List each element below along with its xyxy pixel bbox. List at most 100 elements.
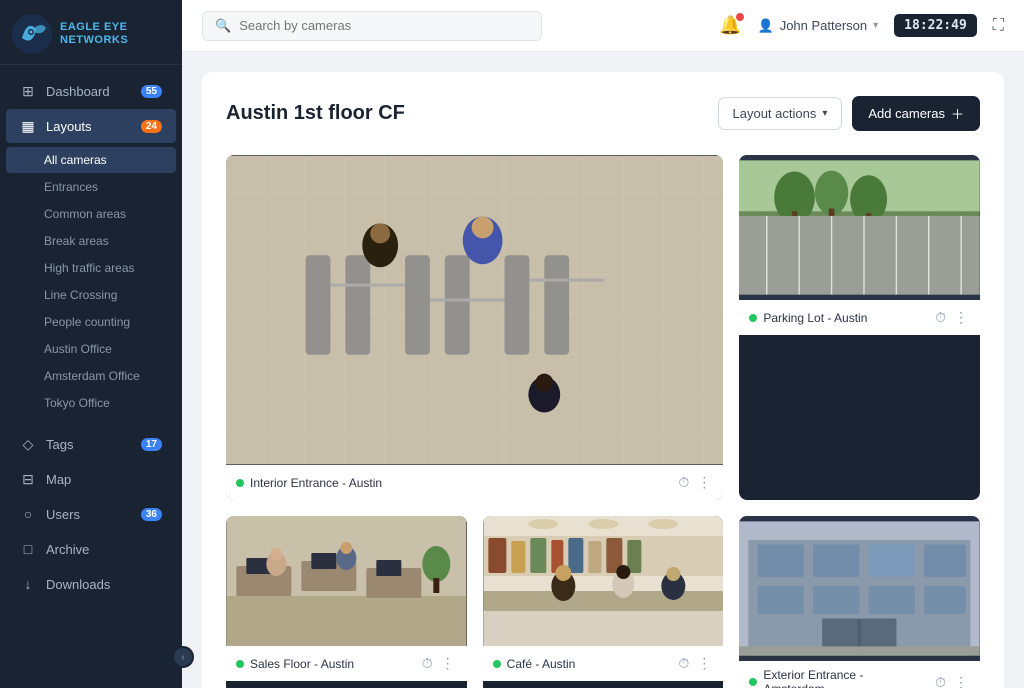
tags-badge: 17 (141, 438, 162, 451)
camera-label-bar: Parking Lot - Austin ⏱ ⋮ (739, 300, 980, 335)
search-box[interactable]: 🔍 (202, 11, 542, 41)
dashboard-badge: 55 (141, 85, 162, 98)
sidebar-item-label: Downloads (46, 577, 110, 592)
page-title: Austin 1st floor CF (226, 102, 405, 125)
camera-card-sales-floor[interactable]: Sales Floor - Austin ⏱ ⋮ (226, 516, 467, 688)
camera-feed-cafe-visual (483, 516, 724, 646)
camera-more-icon[interactable]: ⋮ (695, 472, 713, 493)
camera-label: Parking Lot - Austin (763, 311, 927, 325)
main-content: Austin 1st floor CF Layout actions ▾ Add… (182, 52, 1024, 688)
notification-dot (736, 13, 744, 21)
camera-actions: ⏱ ⋮ (933, 307, 970, 328)
subnav-people-counting[interactable]: People counting (6, 309, 176, 335)
sidebar-item-label: Map (46, 472, 71, 487)
sidebar: EAGLE EYE NETWORKS ⊞ Dashboard 55 ▦ Layo… (0, 0, 182, 688)
subnav-label: Line Crossing (44, 288, 117, 302)
camera-feed-sales-visual (226, 516, 467, 646)
subnav-break-areas[interactable]: Break areas (6, 228, 176, 254)
camera-feed-cafe (483, 516, 724, 646)
sidebar-collapse-button[interactable]: ‹ (172, 646, 194, 668)
subnav-label: Common areas (44, 207, 126, 221)
sidebar-item-dashboard[interactable]: ⊞ Dashboard 55 (6, 74, 176, 108)
subnav-tokyo-office[interactable]: Tokyo Office (6, 390, 176, 416)
sidebar-item-map[interactable]: ⊟ Map (6, 462, 176, 496)
logo-area: EAGLE EYE NETWORKS (0, 0, 182, 65)
camera-feed-exterior (739, 516, 980, 661)
camera-card-exterior-entrance[interactable]: Exterior Entrance - Amsterdam ⏱ ⋮ (739, 516, 980, 688)
time-display: 18:22:49 (894, 14, 977, 37)
status-dot-online (749, 678, 757, 686)
main-area: 🔍 🔔 👤 John Patterson ▾ 18:22:49 ⛶ Austin… (182, 0, 1024, 688)
users-icon: ○ (20, 506, 36, 522)
camera-info-icon[interactable]: ⏱ (933, 672, 948, 688)
camera-actions: ⏱ ⋮ (420, 653, 457, 674)
header-actions: Layout actions ▾ Add cameras ＋ (718, 96, 980, 131)
sidebar-item-users[interactable]: ○ Users 36 (6, 497, 176, 531)
subnav-label: Austin Office (44, 342, 112, 356)
camera-feed-sales-floor (226, 516, 467, 646)
topbar-right: 🔔 👤 John Patterson ▾ 18:22:49 ⛶ (719, 14, 1004, 37)
layout-actions-button[interactable]: Layout actions ▾ (718, 97, 843, 130)
sidebar-item-downloads[interactable]: ↓ Downloads (6, 567, 176, 601)
sidebar-item-archive[interactable]: □ Archive (6, 532, 176, 566)
sidebar-item-label: Archive (46, 542, 89, 557)
camera-feed-visual (226, 155, 723, 465)
status-dot-online (493, 660, 501, 668)
camera-label-bar: Interior Entrance - Austin ⏱ ⋮ (226, 465, 723, 500)
subnav-label: Entrances (44, 180, 98, 194)
camera-label: Café - Austin (507, 657, 671, 671)
camera-actions: ⏱ ⋮ (676, 653, 713, 674)
user-menu[interactable]: 👤 John Patterson ▾ (758, 18, 879, 34)
camera-label-bar: Café - Austin ⏱ ⋮ (483, 646, 724, 681)
camera-more-icon[interactable]: ⋮ (439, 653, 457, 674)
camera-info-icon[interactable]: ⏱ (933, 307, 948, 328)
subnav-label: Tokyo Office (44, 396, 110, 410)
add-cameras-button[interactable]: Add cameras ＋ (852, 96, 980, 131)
camera-card-interior-entrance[interactable]: Interior Entrance - Austin ⏱ ⋮ (226, 155, 723, 500)
camera-feed-interior-entrance (226, 155, 723, 465)
camera-feed-exterior-visual (739, 516, 980, 661)
search-icon: 🔍 (215, 18, 231, 34)
camera-card-parking-lot[interactable]: Parking Lot - Austin ⏱ ⋮ (739, 155, 980, 500)
user-icon: 👤 (758, 18, 774, 34)
camera-label-bar: Exterior Entrance - Amsterdam ⏱ ⋮ (739, 661, 980, 688)
sidebar-item-tags[interactable]: ◇ Tags 17 (6, 427, 176, 461)
subnav-label: High traffic areas (44, 261, 135, 275)
camera-more-icon[interactable]: ⋮ (952, 307, 970, 328)
camera-more-icon[interactable]: ⋮ (952, 672, 970, 688)
search-input[interactable] (239, 18, 529, 33)
layouts-subnav: All cameras Entrances Common areas Break… (0, 144, 182, 419)
sidebar-item-layouts[interactable]: ▦ Layouts 24 (6, 109, 176, 143)
fullscreen-button[interactable]: ⛶ (993, 17, 1004, 35)
sidebar-item-label: Layouts (46, 119, 92, 134)
sidebar-item-label: Tags (46, 437, 73, 452)
topbar: 🔍 🔔 👤 John Patterson ▾ 18:22:49 ⛶ (182, 0, 1024, 52)
add-cameras-label: Add cameras (868, 106, 945, 121)
sidebar-item-label: Users (46, 507, 80, 522)
camera-feed-parking (739, 155, 980, 300)
status-dot-online (236, 479, 244, 487)
subnav-high-traffic[interactable]: High traffic areas (6, 255, 176, 281)
camera-info-icon[interactable]: ⏱ (420, 653, 435, 674)
subnav-all-cameras[interactable]: All cameras (6, 147, 176, 173)
camera-more-icon[interactable]: ⋮ (695, 653, 713, 674)
subnav-amsterdam-office[interactable]: Amsterdam Office (6, 363, 176, 389)
subnav-entrances[interactable]: Entrances (6, 174, 176, 200)
camera-card-cafe[interactable]: Café - Austin ⏱ ⋮ (483, 516, 724, 688)
downloads-icon: ↓ (20, 576, 36, 592)
subnav-line-crossing[interactable]: Line Crossing (6, 282, 176, 308)
tags-icon: ◇ (20, 436, 36, 452)
status-dot-online (749, 314, 757, 322)
camera-label: Sales Floor - Austin (250, 657, 414, 671)
subnav-austin-office[interactable]: Austin Office (6, 336, 176, 362)
status-dot-online (236, 660, 244, 668)
user-name: John Patterson (780, 18, 867, 33)
subnav-common-areas[interactable]: Common areas (6, 201, 176, 227)
plus-icon: ＋ (951, 104, 964, 123)
eagle-eye-logo (12, 14, 52, 54)
layouts-badge: 24 (141, 120, 162, 133)
camera-info-icon[interactable]: ⏱ (676, 653, 691, 674)
notifications-button[interactable]: 🔔 (719, 15, 741, 36)
camera-info-icon[interactable]: ⏱ (676, 472, 691, 493)
camera-feed-parking-visual (739, 155, 980, 300)
